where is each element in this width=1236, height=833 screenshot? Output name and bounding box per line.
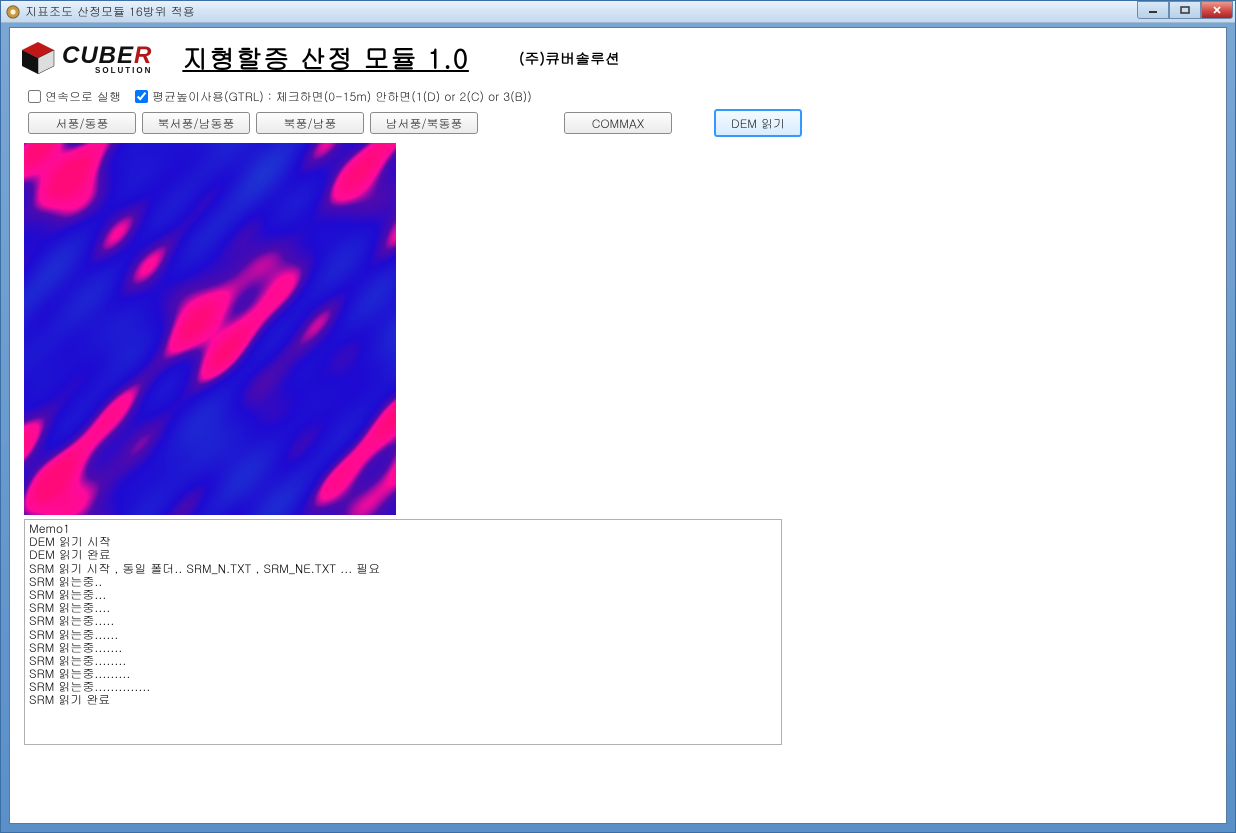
logo-text-accent: R [134, 42, 152, 69]
app-icon [5, 4, 21, 20]
minimize-button[interactable] [1137, 1, 1169, 19]
dem-canvas [24, 143, 396, 515]
client-area: CUBER SOLUTION 지형할증 산정 모듈 1.0 (주)큐버솔루션 연… [9, 27, 1227, 824]
logo-text-main: CUBE [62, 42, 134, 69]
btn-north-south[interactable]: 북풍/남풍 [256, 112, 364, 134]
checkbox-continuous-input[interactable] [28, 90, 41, 103]
button-row: 서풍/동풍 북서풍/남동풍 북풍/남풍 남서풍/북동풍 COMMAX DEM 읽… [10, 109, 1226, 143]
memo-log[interactable]: Memo1 DEM 읽기 시작 DEM 읽기 완료 SRM 읽기 시작 , 동일… [24, 519, 782, 745]
checkbox-avgheight-label: 평균높이사용(GTRL) : 체크하면(0-15m) 안하면(1(D) or 2… [152, 88, 532, 105]
btn-sw-ne[interactable]: 남서풍/북동풍 [370, 112, 478, 134]
app-window: 지표조도 산정모듈 16방위 적용 [0, 0, 1236, 833]
window-controls [1137, 1, 1233, 19]
checkbox-continuous[interactable]: 연속으로 실행 [28, 88, 121, 105]
logo-cube-icon [18, 38, 58, 78]
app-title: 지형할증 산정 모듈 1.0 [182, 40, 469, 76]
checkbox-continuous-label: 연속으로 실행 [45, 88, 121, 105]
logo-text: CUBER SOLUTION [62, 42, 152, 75]
btn-dem-read[interactable]: DEM 읽기 [714, 109, 802, 137]
titlebar[interactable]: 지표조도 산정모듈 16방위 적용 [1, 1, 1235, 23]
dem-visualization [24, 143, 396, 515]
btn-nw-se[interactable]: 북서풍/남동풍 [142, 112, 250, 134]
company-name: (주)큐버솔루션 [519, 48, 620, 69]
checkbox-avgheight-input[interactable] [135, 90, 148, 103]
window-title: 지표조도 산정모듈 16방위 적용 [25, 3, 195, 20]
close-button[interactable] [1201, 1, 1233, 19]
logo: CUBER SOLUTION [18, 38, 152, 78]
btn-commax[interactable]: COMMAX [564, 112, 672, 134]
btn-west-east[interactable]: 서풍/동풍 [28, 112, 136, 134]
checkbox-avgheight[interactable]: 평균높이사용(GTRL) : 체크하면(0-15m) 안하면(1(D) or 2… [135, 88, 532, 105]
header: CUBER SOLUTION 지형할증 산정 모듈 1.0 (주)큐버솔루션 [10, 28, 1226, 82]
checkbox-row: 연속으로 실행 평균높이사용(GTRL) : 체크하면(0-15m) 안하면(1… [10, 82, 1226, 109]
maximize-button[interactable] [1169, 1, 1201, 19]
